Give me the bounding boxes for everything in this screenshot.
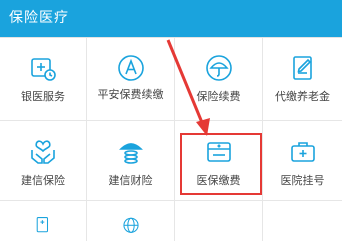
grid-item-insurance-renewal[interactable]: 保险续费 [175,38,263,121]
umbrella-coins-icon [118,143,143,164]
section-title: 保险医疗 [9,10,69,26]
grid-item-pension-payment[interactable]: 代缴养老金 [263,38,342,121]
heart-hands-icon [31,140,55,164]
pen-document-icon [292,56,312,80]
grid-item-partial-2[interactable] [87,201,175,241]
umbrella-icon [205,55,232,81]
grid-item-ccb-property-insurance[interactable]: 建信财险 [87,121,175,201]
grid-item-empty [175,201,263,241]
grid-item-pingan-premium[interactable]: 平安保费续缴 [87,38,175,121]
letter-a-circle-icon [117,55,144,81]
grid-item-label: 建信财险 [108,174,153,187]
medical-kit-icon [290,142,315,162]
grid-item-label: 建信保险 [21,174,65,187]
globe-icon [122,217,139,233]
grid-item-bank-medical-service[interactable]: 银医服务 [0,38,87,121]
section-header: 保险医疗 [0,0,342,37]
annotation-highlight-box [180,133,262,195]
grid-item-label: 保险续费 [196,90,241,103]
medical-calendar-icon [31,58,56,81]
grid-item-hospital-registration[interactable]: 医院挂号 [263,121,342,201]
grid-item-label: 平安保费续缴 [97,88,164,101]
grid-item-partial-1[interactable] [0,201,87,241]
service-grid: 银医服务 平安保费续缴 保险续费 代缴养老金 建信保险 建信财险 医保缴费 医院… [0,37,342,241]
grid-item-empty [263,201,342,241]
grid-item-ccb-insurance[interactable]: 建信保险 [0,121,87,201]
grid-item-label: 银医服务 [21,90,65,103]
grid-item-label: 医院挂号 [280,174,325,187]
grid-item-label: 代缴养老金 [275,90,330,103]
medical-doc-icon [36,217,49,233]
